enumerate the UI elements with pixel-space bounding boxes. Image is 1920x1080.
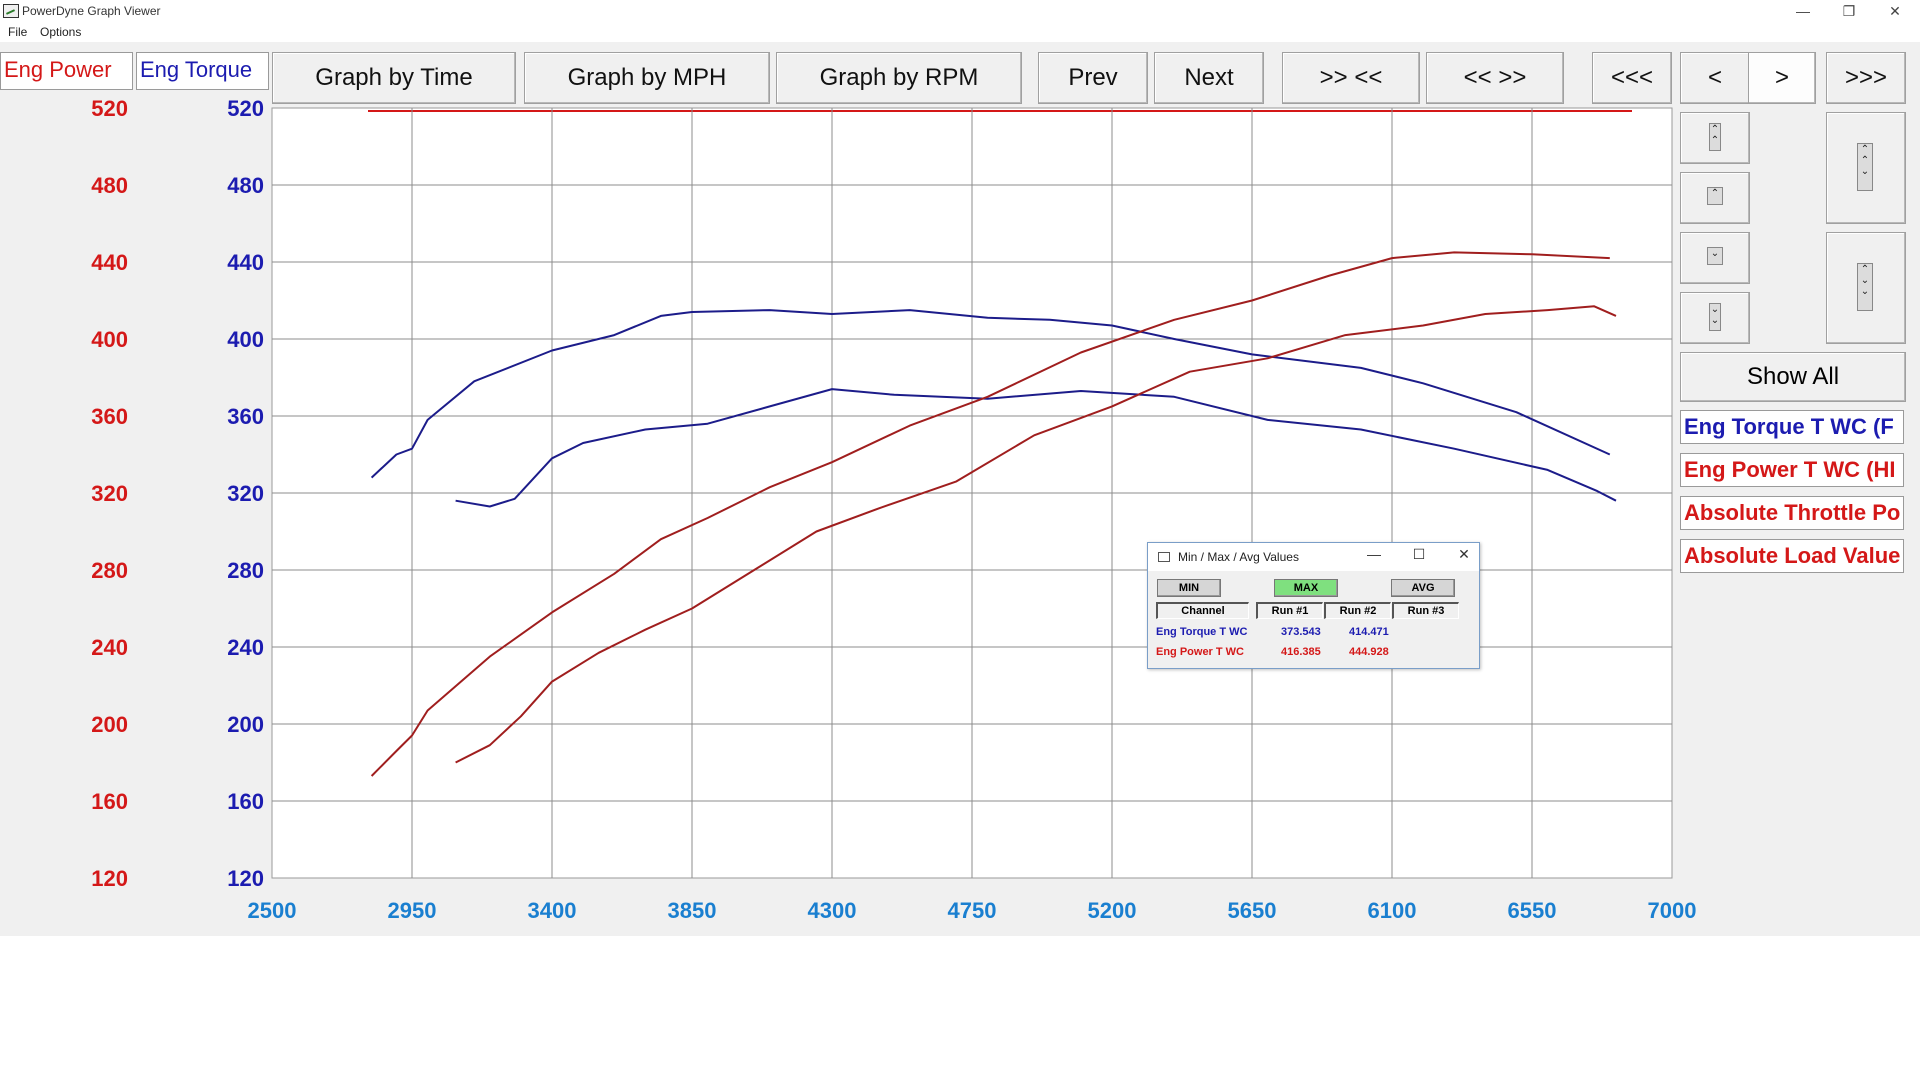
- power-axis-tick-label: 120: [91, 866, 128, 891]
- power-axis-tick-label: 360: [91, 404, 128, 429]
- torque-axis-tick-label: 320: [227, 481, 264, 506]
- dialog-title-bar: Min / Max / Avg Values — ☐ ✕: [1148, 543, 1479, 571]
- dialog-maximize-button[interactable]: ☐: [1407, 546, 1431, 563]
- channel-item-eng-power[interactable]: Eng Power T WC (HI: [1680, 453, 1904, 487]
- x-tick-label: 2500: [248, 898, 297, 923]
- channel-item-absolute-load[interactable]: Absolute Load Value: [1680, 539, 1904, 573]
- chart: 2500 2950 3400 3850 4300 4750 5200 5650 6100 6550…: [91, 96, 1697, 923]
- channel-item-eng-torque[interactable]: Eng Torque T WC (F: [1680, 410, 1904, 444]
- power-axis-tick-label: 400: [91, 327, 128, 352]
- power-axis-tick-label: 160: [91, 789, 128, 814]
- page-up-icon: ⌃ ⌃ ⌄: [1857, 143, 1873, 191]
- dialog-close-button[interactable]: ✕: [1452, 546, 1476, 563]
- x-tick-label: 3400: [528, 898, 577, 923]
- torque-axis-tick-label: 160: [227, 789, 264, 814]
- header-run-3: Run #3: [1392, 602, 1459, 619]
- x-tick-label: 4300: [808, 898, 857, 923]
- row-power-run-2: 444.928: [1349, 646, 1389, 658]
- header-run-1: Run #1: [1256, 602, 1323, 619]
- double-down-icon: ⌄ ⌄: [1709, 303, 1721, 331]
- power-axis-tick-label: 240: [91, 635, 128, 660]
- torque-axis-tick-label: 280: [227, 558, 264, 583]
- torque-axis-tick-label: 480: [227, 173, 264, 198]
- torque-axis-tick-label: 240: [227, 635, 264, 660]
- x-tick-label: 5200: [1088, 898, 1137, 923]
- power-axis-tick-label: 480: [91, 173, 128, 198]
- scroll-down-button[interactable]: ⌄: [1680, 232, 1750, 284]
- row-torque-channel: Eng Torque T WC: [1156, 626, 1248, 638]
- x-tick-label: 3850: [668, 898, 717, 923]
- dialog-minimize-button[interactable]: —: [1362, 546, 1386, 562]
- show-all-button[interactable]: Show All: [1680, 352, 1906, 402]
- scroll-double-up-button[interactable]: ⌃ ⌃: [1680, 112, 1750, 164]
- up-icon: ⌃: [1707, 187, 1723, 205]
- torque-axis-tick-label: 360: [227, 404, 264, 429]
- x-tick-label: 6550: [1508, 898, 1557, 923]
- dialog-title: Min / Max / Avg Values: [1178, 550, 1299, 564]
- row-torque-run-1: 373.543: [1281, 626, 1321, 638]
- x-tick-label: 5650: [1228, 898, 1277, 923]
- channel-item-absolute-throttle[interactable]: Absolute Throttle Po: [1680, 496, 1904, 530]
- x-tick-label: 4750: [948, 898, 997, 923]
- down-icon: ⌄: [1707, 247, 1723, 265]
- x-tick-label: 2950: [388, 898, 437, 923]
- double-up-icon: ⌃ ⌃: [1709, 123, 1721, 151]
- scroll-up-button[interactable]: ⌃: [1680, 172, 1750, 224]
- power-axis-tick-label: 320: [91, 481, 128, 506]
- torque-axis-tick-label: 400: [227, 327, 264, 352]
- min-button[interactable]: MIN: [1157, 579, 1221, 597]
- avg-button[interactable]: AVG: [1391, 579, 1455, 597]
- dialog-window-icon: [1158, 552, 1170, 562]
- power-axis-tick-label: 520: [91, 96, 128, 121]
- header-channel: Channel: [1156, 602, 1249, 619]
- x-tick-label: 6100: [1368, 898, 1417, 923]
- max-button[interactable]: MAX: [1274, 579, 1338, 597]
- page-down-button[interactable]: ⌃ ⌄ ⌄: [1826, 232, 1906, 344]
- power-axis-tick-label: 280: [91, 558, 128, 583]
- torque-axis-tick-label: 200: [227, 712, 264, 737]
- row-torque-run-2: 414.471: [1349, 626, 1389, 638]
- power-axis-tick-label: 440: [91, 250, 128, 275]
- row-power-channel: Eng Power T WC: [1156, 646, 1244, 658]
- power-axis-tick-label: 200: [91, 712, 128, 737]
- x-tick-label: 7000: [1648, 898, 1697, 923]
- torque-axis-tick-label: 520: [227, 96, 264, 121]
- page-up-button[interactable]: ⌃ ⌃ ⌄: [1826, 112, 1906, 224]
- row-power-run-1: 416.385: [1281, 646, 1321, 658]
- page-down-icon: ⌃ ⌄ ⌄: [1857, 263, 1873, 311]
- min-max-avg-dialog: Min / Max / Avg Values — ☐ ✕ MIN MAX AVG…: [1147, 542, 1480, 669]
- scroll-double-down-button[interactable]: ⌄ ⌄: [1680, 292, 1750, 344]
- torque-axis-tick-label: 120: [227, 866, 264, 891]
- torque-axis-tick-label: 440: [227, 250, 264, 275]
- header-run-2: Run #2: [1324, 602, 1391, 619]
